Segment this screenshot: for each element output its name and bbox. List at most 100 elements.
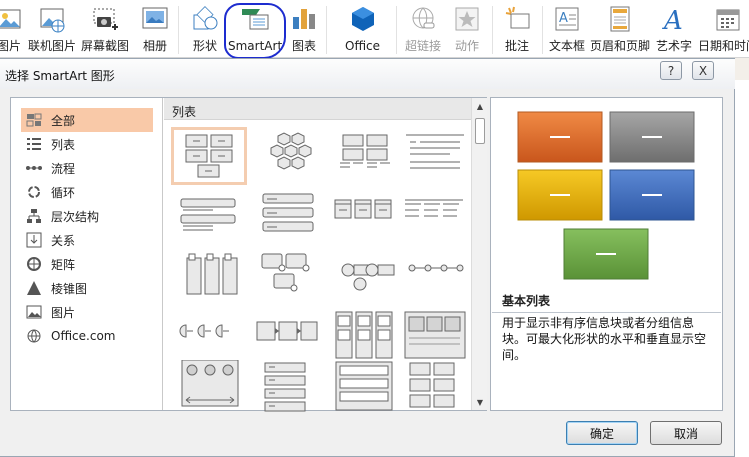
layout-circle-list[interactable]: [330, 250, 400, 302]
ribbon-wordart-button[interactable]: A 艺术字: [656, 4, 692, 56]
ribbon-office-store-button[interactable]: Office: [345, 4, 380, 56]
ribbon-shapes-button[interactable]: 形状: [190, 4, 220, 56]
shapes-icon: [190, 4, 220, 34]
svg-text:A: A: [662, 6, 683, 33]
ribbon-separator: [396, 6, 397, 54]
gallery-header: 列表: [164, 98, 471, 120]
scroll-down-icon[interactable]: ▼: [472, 394, 488, 410]
category-cycle[interactable]: 循环: [21, 180, 153, 204]
gallery-scrollbar[interactable]: ▲ ▼: [471, 98, 487, 410]
layout-bullet-list[interactable]: [400, 130, 470, 182]
relationship-icon: [25, 231, 43, 249]
preview-title: 基本列表: [502, 294, 551, 308]
ribbon-comment-button[interactable]: 批注: [502, 4, 532, 56]
chart-icon: [289, 4, 319, 34]
preview-panel: 基本列表 用于显示非有序信息块或者分组信息块。可最大化形状的水平和垂直显示空间。: [490, 97, 723, 411]
ribbon-hyperlink-button[interactable]: 超链接: [405, 4, 441, 56]
layout-table-list[interactable]: [400, 310, 470, 362]
hierarchy-icon: [25, 207, 43, 225]
preview-image: [491, 98, 722, 290]
ribbon-datetime-button[interactable]: 日期和时间: [698, 4, 749, 56]
layout-picture-caption[interactable]: [252, 250, 322, 302]
online-picture-icon: [37, 4, 67, 34]
layout-dots-list[interactable]: [400, 250, 470, 302]
header-footer-icon: [605, 4, 635, 34]
category-all[interactable]: 全部: [21, 108, 153, 132]
action-icon: [452, 4, 482, 34]
ribbon-action-button[interactable]: 动作: [452, 4, 482, 56]
ok-button[interactable]: 确定: [566, 421, 638, 445]
category-label: 矩阵: [51, 257, 76, 272]
list-icon: [25, 135, 43, 153]
hyperlink-icon: [408, 4, 438, 34]
gallery-header-label: 列表: [172, 105, 197, 119]
picture-icon: [25, 303, 43, 321]
datetime-icon: [713, 4, 743, 34]
layout-block-list[interactable]: [400, 360, 470, 412]
textbox-icon: A: [552, 4, 582, 34]
layout-vertical-bullets[interactable]: [174, 190, 244, 242]
pyramid-icon: [25, 279, 43, 297]
category-label: 关系: [51, 233, 76, 248]
layout-horizontal-bullets[interactable]: [330, 190, 400, 242]
scroll-up-icon[interactable]: ▲: [472, 98, 488, 114]
layout-hexagon-cluster[interactable]: [252, 130, 322, 182]
picture-icon: [0, 4, 24, 34]
ribbon-separator: [492, 6, 493, 54]
globe-icon: [25, 327, 43, 345]
category-matrix[interactable]: 矩阵: [21, 252, 153, 276]
scrollbar-thumb[interactable]: [475, 118, 485, 144]
cycle-icon: [25, 183, 43, 201]
category-label: 棱锥图: [51, 281, 88, 296]
layout-basic-list[interactable]: [171, 127, 247, 185]
layout-trapezoid-list[interactable]: [252, 360, 322, 412]
ribbon-photo-album-button[interactable]: 相册: [140, 4, 170, 56]
dialog-titlebar[interactable]: 选择 SmartArt 图形 ? X: [0, 59, 735, 89]
category-label: Office.com: [51, 329, 116, 343]
layout-gallery: 列表: [164, 98, 471, 412]
category-hierarchy[interactable]: 层次结构: [21, 204, 153, 228]
category-relationship[interactable]: 关系: [21, 228, 153, 252]
ribbon-picture-button[interactable]: 图片: [0, 4, 24, 56]
comment-icon: [502, 4, 532, 34]
all-icon: [25, 111, 43, 129]
ribbon-online-picture-button[interactable]: 联机图片: [28, 4, 76, 56]
wordart-icon: A: [659, 4, 689, 34]
layout-lined-list[interactable]: [330, 360, 400, 412]
category-label: 循环: [51, 185, 76, 200]
svg-text:A: A: [559, 11, 568, 26]
category-picture[interactable]: 图片: [21, 300, 153, 324]
office-store-icon: [348, 4, 378, 34]
ribbon-textbox-button[interactable]: A 文本框: [549, 4, 585, 56]
layout-grouped-list[interactable]: [330, 130, 400, 182]
category-label: 列表: [51, 137, 76, 152]
ribbon-screenshot-button[interactable]: 屏幕截图: [81, 4, 129, 56]
help-button[interactable]: ?: [660, 61, 682, 80]
category-pyramid[interactable]: 棱锥图: [21, 276, 153, 300]
ribbon-insert: 图片 联机图片 屏幕截图 相册 形状 SmartArt 图表 Office 超链…: [0, 0, 749, 59]
category-process[interactable]: 流程: [21, 156, 153, 180]
screenshot-icon: [90, 4, 120, 34]
cancel-button[interactable]: 取消: [650, 421, 722, 445]
matrix-icon: [25, 255, 43, 273]
highlight-circle: [224, 3, 286, 59]
layout-vertical-box-list[interactable]: [174, 250, 244, 302]
layout-column-list[interactable]: [330, 310, 400, 362]
ribbon-separator: [178, 6, 179, 54]
layout-stacked-list[interactable]: [252, 190, 322, 242]
ribbon-separator: [542, 6, 543, 54]
category-office-com[interactable]: Office.com: [21, 324, 153, 348]
ribbon-chart-button[interactable]: 图表: [289, 4, 319, 56]
category-list-item[interactable]: 列表: [21, 132, 153, 156]
category-label: 流程: [51, 161, 76, 176]
category-label: 全部: [51, 113, 76, 128]
close-button[interactable]: X: [692, 61, 714, 80]
layout-arrow-boxes[interactable]: [252, 310, 322, 362]
dialog-left-panel: 全部 列表 流程 循环 层次结构 关系 矩阵 棱锥图 图片 Office.com…: [10, 97, 487, 412]
layout-half-circle[interactable]: [174, 310, 244, 362]
category-label: 图片: [51, 305, 76, 320]
layout-square-accent[interactable]: [400, 190, 470, 242]
ribbon-header-footer-button[interactable]: 页眉和页脚: [590, 4, 650, 56]
layout-circle-picture[interactable]: [174, 359, 244, 412]
ribbon-separator: [326, 6, 327, 54]
